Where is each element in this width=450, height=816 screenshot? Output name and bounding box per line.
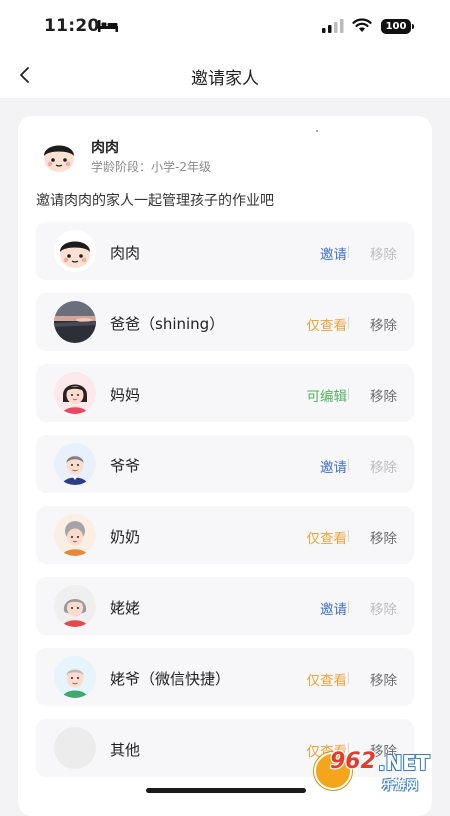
remove-button[interactable]: 移除 bbox=[370, 456, 397, 476]
family-member-list: 肉肉 邀请 移除 爸爸（shining） 仅查看 移除 妈妈 可编辑 移除 爷爷… bbox=[36, 222, 414, 790]
view-only-button[interactable]: 仅查看 bbox=[307, 527, 348, 547]
editable-button[interactable]: 可编辑 bbox=[307, 385, 348, 405]
child-name: 肉肉 bbox=[91, 140, 119, 156]
avatar bbox=[54, 514, 96, 556]
remove-button[interactable]: 移除 bbox=[370, 243, 397, 263]
avatar bbox=[54, 656, 96, 698]
remove-button[interactable]: 移除 bbox=[370, 598, 397, 618]
child-avatar bbox=[38, 134, 80, 176]
member-name: 奶奶 bbox=[110, 528, 141, 546]
invite-button[interactable]: 邀请 bbox=[320, 598, 347, 618]
invite-button[interactable]: 邀请 bbox=[320, 243, 347, 263]
divider bbox=[348, 317, 349, 329]
home-indicator[interactable] bbox=[146, 788, 306, 793]
status-time: 11:20 bbox=[44, 16, 100, 36]
remove-button[interactable]: 移除 bbox=[370, 669, 397, 689]
invite-button[interactable]: 邀请 bbox=[320, 456, 347, 476]
page-title: 邀请家人 bbox=[191, 69, 259, 89]
watermark-number: 962 bbox=[330, 749, 376, 774]
member-name: 妈妈 bbox=[110, 386, 141, 404]
avatar bbox=[54, 372, 96, 414]
family-member-row: 奶奶 仅查看 移除 bbox=[36, 506, 414, 564]
family-member-row: 爸爸（shining） 仅查看 移除 bbox=[36, 293, 414, 351]
invite-intro: 邀请肉肉的家人一起管理孩子的作业吧 bbox=[36, 193, 274, 209]
avatar bbox=[54, 301, 96, 343]
family-member-row: 姥姥 邀请 移除 bbox=[36, 577, 414, 635]
divider bbox=[348, 672, 349, 684]
view-only-button[interactable]: 仅查看 bbox=[307, 314, 348, 334]
divider bbox=[348, 530, 349, 542]
view-only-button[interactable]: 仅查看 bbox=[307, 669, 348, 689]
family-member-row: 姥爷（微信快捷） 仅查看 移除 bbox=[36, 648, 414, 706]
member-name: 爷爷 bbox=[110, 457, 141, 475]
decor-dot bbox=[316, 130, 318, 132]
watermark-suffix: .NET bbox=[378, 751, 430, 775]
avatar bbox=[54, 585, 96, 627]
divider bbox=[348, 459, 349, 471]
signal-icon bbox=[322, 19, 344, 33]
family-member-row: 爷爷 邀请 移除 bbox=[36, 435, 414, 493]
remove-button[interactable]: 移除 bbox=[370, 527, 397, 547]
avatar bbox=[54, 230, 96, 272]
wifi-icon bbox=[352, 18, 372, 32]
member-name: 其他 bbox=[110, 741, 141, 759]
divider bbox=[348, 388, 349, 400]
member-name: 姥姥 bbox=[110, 599, 141, 617]
avatar bbox=[54, 443, 96, 485]
invite-card: 肉肉 学龄阶段：小学-2年级 邀请肉肉的家人一起管理孩子的作业吧 肉肉 邀请 移… bbox=[18, 116, 432, 816]
remove-button[interactable]: 移除 bbox=[370, 314, 397, 334]
watermark-sub: 乐游网 bbox=[382, 778, 419, 792]
member-name: 姥爷（微信快捷） bbox=[110, 670, 231, 688]
member-name: 肉肉 bbox=[110, 244, 141, 262]
child-stage: 学龄阶段：小学-2年级 bbox=[91, 160, 211, 174]
avatar bbox=[54, 727, 96, 769]
family-member-row: 肉肉 邀请 移除 bbox=[36, 222, 414, 280]
nav-bar: 邀请家人 bbox=[0, 52, 450, 98]
status-bar: 11:20 100 bbox=[0, 0, 450, 52]
remove-button[interactable]: 移除 bbox=[370, 385, 397, 405]
battery-icon: 100 bbox=[381, 19, 414, 34]
bed-icon bbox=[98, 20, 118, 32]
member-name: 爸爸（shining） bbox=[110, 315, 225, 333]
watermark-logo: 962 .NET 乐游网 bbox=[306, 746, 446, 796]
family-member-row: 妈妈 可编辑 移除 bbox=[36, 364, 414, 422]
divider bbox=[348, 246, 349, 258]
divider bbox=[348, 601, 349, 613]
